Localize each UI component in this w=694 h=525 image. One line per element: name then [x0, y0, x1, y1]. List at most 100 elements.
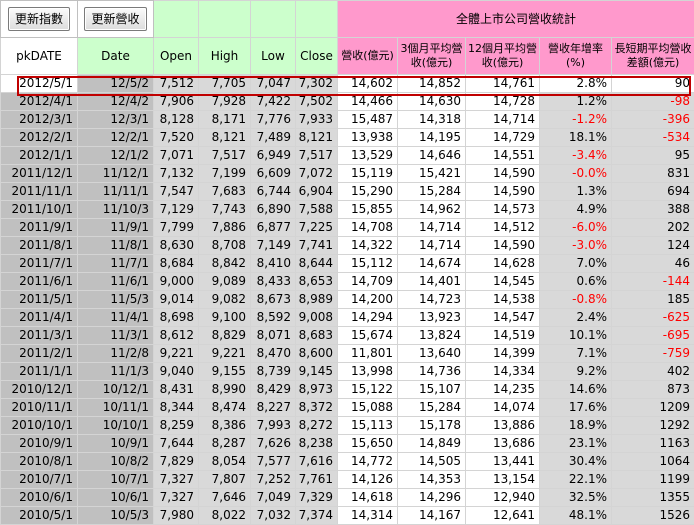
cell-high[interactable]: 8,829	[199, 327, 251, 345]
cell-revenue[interactable]: 14,294	[338, 309, 398, 327]
cell-avg12[interactable]: 14,628	[466, 255, 540, 273]
cell-diff[interactable]: 1163	[612, 435, 694, 453]
cell-date[interactable]: 10/10/1	[78, 417, 154, 435]
cell-diff[interactable]: -759	[612, 345, 694, 363]
cell-date[interactable]: 11/11/1	[78, 183, 154, 201]
cell-diff[interactable]: 402	[612, 363, 694, 381]
table-row[interactable]: 2010/5/110/5/37,9808,0227,0327,37414,314…	[1, 507, 694, 525]
cell-close[interactable]: 8,238	[296, 435, 338, 453]
cell-revenue[interactable]: 15,487	[338, 111, 398, 129]
cell-yoy[interactable]: 1.2%	[540, 93, 612, 111]
cell-date[interactable]: 11/5/3	[78, 291, 154, 309]
cell-pkdate[interactable]: 2012/5/1	[1, 75, 78, 93]
table-row[interactable]: 2011/7/111/7/18,6848,8428,4108,64415,112…	[1, 255, 694, 273]
cell-open[interactable]: 7,327	[154, 471, 199, 489]
cell-yoy[interactable]: 22.1%	[540, 471, 612, 489]
cell-diff[interactable]: 124	[612, 237, 694, 255]
cell-pkdate[interactable]: 2011/11/1	[1, 183, 78, 201]
cell-low[interactable]: 7,626	[251, 435, 296, 453]
cell-low[interactable]: 8,410	[251, 255, 296, 273]
cell-yoy[interactable]: 4.9%	[540, 201, 612, 219]
table-row[interactable]: 2012/2/112/2/17,5208,1217,4898,12113,938…	[1, 129, 694, 147]
cell-yoy[interactable]: 17.6%	[540, 399, 612, 417]
cell-revenue[interactable]: 14,709	[338, 273, 398, 291]
cell-revenue[interactable]: 13,938	[338, 129, 398, 147]
cell-low[interactable]: 7,577	[251, 453, 296, 471]
cell-date[interactable]: 10/8/2	[78, 453, 154, 471]
table-row[interactable]: 2011/1/111/1/39,0409,1558,7399,14513,998…	[1, 363, 694, 381]
cell-avg3[interactable]: 14,353	[398, 471, 466, 489]
table-row[interactable]: 2011/4/111/4/18,6989,1008,5929,00814,294…	[1, 309, 694, 327]
cell-avg3[interactable]: 15,178	[398, 417, 466, 435]
cell-avg3[interactable]: 13,824	[398, 327, 466, 345]
cell-close[interactable]: 8,653	[296, 273, 338, 291]
cell-diff[interactable]: 1209	[612, 399, 694, 417]
cell-revenue[interactable]: 14,126	[338, 471, 398, 489]
table-row[interactable]: 2011/10/111/10/37,1297,7436,8907,58815,8…	[1, 201, 694, 219]
cell-avg3[interactable]: 15,421	[398, 165, 466, 183]
cell-date[interactable]: 10/6/1	[78, 489, 154, 507]
column-header-high[interactable]: High	[199, 38, 251, 75]
cell-avg3[interactable]: 13,640	[398, 345, 466, 363]
cell-pkdate[interactable]: 2011/4/1	[1, 309, 78, 327]
cell-close[interactable]: 8,121	[296, 129, 338, 147]
column-header-diff[interactable]: 長短期平均營收差額(億元)	[612, 38, 694, 75]
cell-high[interactable]: 9,100	[199, 309, 251, 327]
cell-high[interactable]: 8,708	[199, 237, 251, 255]
cell-close[interactable]: 8,973	[296, 381, 338, 399]
cell-revenue[interactable]: 15,122	[338, 381, 398, 399]
cell-open[interactable]: 7,799	[154, 219, 199, 237]
cell-revenue[interactable]: 15,088	[338, 399, 398, 417]
cell-pkdate[interactable]: 2010/10/1	[1, 417, 78, 435]
cell-pkdate[interactable]: 2010/8/1	[1, 453, 78, 471]
cell-avg12[interactable]: 14,714	[466, 111, 540, 129]
table-row[interactable]: 2011/8/111/8/18,6308,7087,1497,74114,322…	[1, 237, 694, 255]
cell-avg3[interactable]: 14,849	[398, 435, 466, 453]
cell-date[interactable]: 12/3/1	[78, 111, 154, 129]
cell-open[interactable]: 7,520	[154, 129, 199, 147]
cell-close[interactable]: 7,329	[296, 489, 338, 507]
cell-open[interactable]: 9,040	[154, 363, 199, 381]
cell-pkdate[interactable]: 2011/2/1	[1, 345, 78, 363]
table-row[interactable]: 2012/3/112/3/18,1288,1717,7767,93315,487…	[1, 111, 694, 129]
cell-low[interactable]: 7,776	[251, 111, 296, 129]
cell-low[interactable]: 8,227	[251, 399, 296, 417]
cell-high[interactable]: 9,155	[199, 363, 251, 381]
cell-open[interactable]: 7,547	[154, 183, 199, 201]
cell-revenue[interactable]: 14,200	[338, 291, 398, 309]
cell-diff[interactable]: 1199	[612, 471, 694, 489]
cell-diff[interactable]: 46	[612, 255, 694, 273]
table-row[interactable]: 2010/12/110/12/18,4318,9908,4298,97315,1…	[1, 381, 694, 399]
cell-high[interactable]: 9,082	[199, 291, 251, 309]
cell-date[interactable]: 11/3/1	[78, 327, 154, 345]
cell-date[interactable]: 12/2/1	[78, 129, 154, 147]
cell-avg12[interactable]: 14,590	[466, 165, 540, 183]
cell-low[interactable]: 7,993	[251, 417, 296, 435]
cell-avg12[interactable]: 14,761	[466, 75, 540, 93]
cell-close[interactable]: 7,933	[296, 111, 338, 129]
cell-yoy[interactable]: 7.0%	[540, 255, 612, 273]
cell-open[interactable]: 9,000	[154, 273, 199, 291]
cell-avg12[interactable]: 13,886	[466, 417, 540, 435]
cell-open[interactable]: 8,698	[154, 309, 199, 327]
cell-high[interactable]: 8,990	[199, 381, 251, 399]
cell-open[interactable]: 7,980	[154, 507, 199, 525]
cell-high[interactable]: 7,807	[199, 471, 251, 489]
cell-date[interactable]: 10/5/3	[78, 507, 154, 525]
cell-date[interactable]: 11/9/1	[78, 219, 154, 237]
cell-low[interactable]: 6,890	[251, 201, 296, 219]
cell-open[interactable]: 7,071	[154, 147, 199, 165]
cell-yoy[interactable]: 1.3%	[540, 183, 612, 201]
cell-high[interactable]: 8,842	[199, 255, 251, 273]
table-row[interactable]: 2010/9/110/9/17,6448,2877,6268,23815,650…	[1, 435, 694, 453]
cell-pkdate[interactable]: 2010/11/1	[1, 399, 78, 417]
table-row[interactable]: 2011/9/111/9/17,7997,8866,8777,22514,708…	[1, 219, 694, 237]
cell-open[interactable]: 7,327	[154, 489, 199, 507]
cell-pkdate[interactable]: 2011/6/1	[1, 273, 78, 291]
cell-high[interactable]: 7,517	[199, 147, 251, 165]
cell-avg3[interactable]: 15,284	[398, 183, 466, 201]
cell-revenue[interactable]: 14,602	[338, 75, 398, 93]
cell-yoy[interactable]: 2.8%	[540, 75, 612, 93]
cell-date[interactable]: 11/10/3	[78, 201, 154, 219]
cell-high[interactable]: 8,287	[199, 435, 251, 453]
